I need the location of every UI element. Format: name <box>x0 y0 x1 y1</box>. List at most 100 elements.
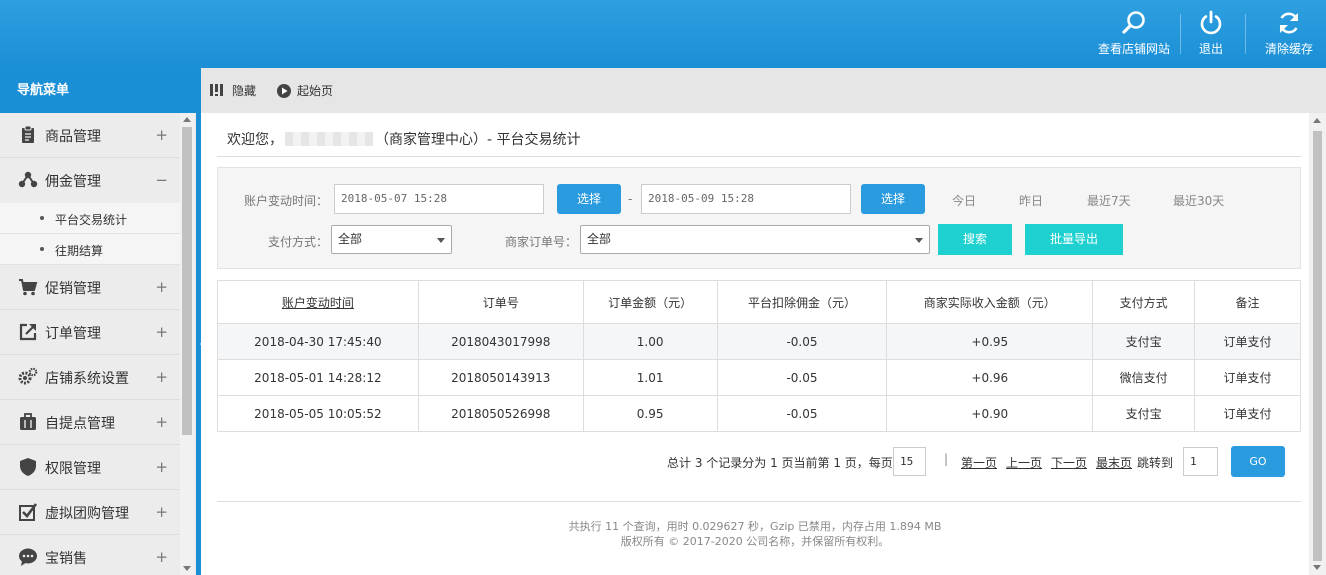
sidebar-item-label: 促销管理 <box>45 281 101 297</box>
collapse-toggle[interactable]: − <box>155 171 168 189</box>
clear-cache-button[interactable]: 清除缓存 <box>1261 8 1317 60</box>
scroll-up-arrow[interactable] <box>1313 118 1321 123</box>
cell-income: +0.90 <box>886 395 1094 432</box>
quick-7days[interactable]: 最近7天 <box>1087 192 1131 209</box>
col-order-amount: 订单金额（元） <box>582 280 718 324</box>
prev-page-link[interactable]: 上一页 <box>1006 454 1042 471</box>
top-separator <box>1180 14 1181 54</box>
scroll-thumb[interactable] <box>182 127 192 435</box>
briefcase-icon <box>20 413 36 430</box>
top-header: 查看店铺网站 退出 清除缓存 <box>0 0 1326 68</box>
sidebar-item-label: 自提点管理 <box>45 416 115 432</box>
sidebar-item-commission[interactable]: 佣金管理 − <box>0 158 180 203</box>
expand-toggle[interactable]: + <box>155 126 168 144</box>
sidebar-item-goods[interactable]: 商品管理 + <box>0 113 180 158</box>
cell-amount: 1.00 <box>582 323 718 360</box>
quick-yesterday[interactable]: 昨日 <box>1019 192 1043 209</box>
pager-separator: | <box>944 452 949 466</box>
search-icon <box>1122 11 1145 34</box>
footer-stats: 共执行 11 个查询，用时 0.029627 秒，Gzip 已禁用，内存占用 1… <box>568 520 942 533</box>
order-no-value: 全部 <box>587 232 612 246</box>
subitem-past-settlement[interactable]: 往期结算 <box>0 234 180 265</box>
footer-divider <box>217 501 1301 502</box>
search-button[interactable]: 搜索 <box>938 224 1012 255</box>
scroll-down-arrow[interactable] <box>1313 565 1321 570</box>
expand-toggle[interactable]: + <box>155 458 168 476</box>
col-pay-method: 支付方式 <box>1092 280 1196 324</box>
jump-page-input[interactable]: 1 <box>1183 447 1218 476</box>
cell-pay-method: 微信支付 <box>1092 359 1196 396</box>
content-scrollbar[interactable] <box>1309 113 1326 575</box>
scroll-up-arrow[interactable] <box>183 117 191 122</box>
col-change-time[interactable]: 账户变动时间 <box>217 280 419 324</box>
col-order-no: 订单号 <box>417 280 584 324</box>
columns-icon <box>210 84 223 96</box>
choose-end-button[interactable]: 选择 <box>861 184 925 214</box>
share-icon <box>18 171 38 188</box>
sidebar-item-permission[interactable]: 权限管理 + <box>0 445 180 490</box>
cell-pay-method: 支付宝 <box>1092 395 1196 432</box>
sidebar-item-pickup[interactable]: 自提点管理 + <box>0 400 180 445</box>
end-date-input[interactable]: 2018-05-09 15:28 <box>641 184 851 214</box>
sidebar-item-label: 商品管理 <box>45 129 101 145</box>
cell-income: +0.96 <box>886 359 1094 396</box>
start-date-input[interactable]: 2018-05-07 15:28 <box>334 184 544 214</box>
cell-order-no: 2018050143913 <box>417 359 584 396</box>
sidebar-item-orders[interactable]: 订单管理 + <box>0 310 180 355</box>
quick-today[interactable]: 今日 <box>952 192 976 209</box>
table-row[interactable]: 2018-05-01 14:28:12 2018050143913 1.01 -… <box>217 359 1301 396</box>
go-button[interactable]: GO <box>1231 446 1285 477</box>
filter-panel: 账户变动时间： 2018-05-07 15:28 选择 - 2018-05-09… <box>217 167 1301 269</box>
expand-toggle[interactable]: + <box>155 503 168 521</box>
checkbox-icon <box>19 503 38 521</box>
pay-method-select[interactable]: 全部 <box>331 225 452 254</box>
sidebar-item-label: 宝销售 <box>45 551 87 567</box>
expand-toggle[interactable]: + <box>155 413 168 431</box>
scroll-down-arrow[interactable] <box>183 566 191 571</box>
next-page-link[interactable]: 下一页 <box>1051 454 1087 471</box>
col-commission: 平台扣除佣金（元） <box>716 280 888 324</box>
home-button[interactable]: 起始页 <box>277 82 333 99</box>
subitem-platform-stats[interactable]: 平台交易统计 <box>0 203 180 234</box>
view-store-button[interactable]: 查看店铺网站 <box>1097 8 1171 60</box>
expand-toggle[interactable]: + <box>155 548 168 566</box>
choose-start-button[interactable]: 选择 <box>557 184 621 214</box>
chevron-down-icon <box>437 238 445 243</box>
cell-order-no: 2018043017998 <box>417 323 584 360</box>
export-button[interactable]: 批量导出 <box>1025 224 1123 255</box>
per-page-input[interactable]: 15 <box>893 447 926 476</box>
sidebar-item-label: 店铺系统设置 <box>45 371 129 387</box>
pay-method-value: 全部 <box>338 232 363 246</box>
col-income: 商家实际收入金额（元） <box>886 280 1094 324</box>
pager-summary: 总计 3 个记录分为 1 页当前第 1 页，每页 <box>667 456 893 470</box>
first-page-link[interactable]: 第一页 <box>961 454 997 471</box>
expand-toggle[interactable]: + <box>155 368 168 386</box>
table-row[interactable]: 2018-05-05 10:05:52 2018050526998 0.95 -… <box>217 395 1301 432</box>
cell-remark: 订单支付 <box>1194 359 1301 396</box>
cell-time: 2018-05-05 10:05:52 <box>217 395 419 432</box>
logout-button[interactable]: 退出 <box>1190 8 1232 60</box>
welcome-prefix: 欢迎您， <box>227 132 283 148</box>
last-page-link[interactable]: 最末页 <box>1096 454 1132 471</box>
quick-30days[interactable]: 最近30天 <box>1173 192 1224 209</box>
pay-method-label: 支付方式： <box>268 235 329 249</box>
expand-toggle[interactable]: + <box>155 278 168 296</box>
order-no-select[interactable]: 全部 <box>580 225 930 254</box>
sidebar-item-virtual-group[interactable]: 虚拟团购管理 + <box>0 490 180 535</box>
cell-time: 2018-04-30 17:45:40 <box>217 323 419 360</box>
scroll-thumb[interactable] <box>1313 131 1322 561</box>
sidebar-item-sales[interactable]: 宝销售 + <box>0 535 180 575</box>
page-title: 欢迎您， （商家管理中心）- 平台交易统计 <box>217 129 1301 157</box>
sidebar-item-store-settings[interactable]: 店铺系统设置 + <box>0 355 180 400</box>
sidebar-scrollbar[interactable] <box>180 113 194 575</box>
sidebar-item-promotion[interactable]: 促销管理 + <box>0 265 180 310</box>
expand-toggle[interactable]: + <box>155 323 168 341</box>
table-row[interactable]: 2018-04-30 17:45:40 2018043017998 1.00 -… <box>217 323 1301 360</box>
sidebar: 导航菜单 商品管理 + 佣金管理 − 平台交易统计 往期结算 促销管理 + 订单… <box>0 68 196 575</box>
sidebar-item-label: 权限管理 <box>45 461 101 477</box>
jump-label: 跳转到 <box>1137 456 1174 470</box>
table-header-row: 账户变动时间 订单号 订单金额（元） 平台扣除佣金（元） 商家实际收入金额（元）… <box>217 280 1301 324</box>
hide-button[interactable]: 隐藏 <box>210 82 256 99</box>
cell-time: 2018-05-01 14:28:12 <box>217 359 419 396</box>
bullet <box>40 216 44 220</box>
